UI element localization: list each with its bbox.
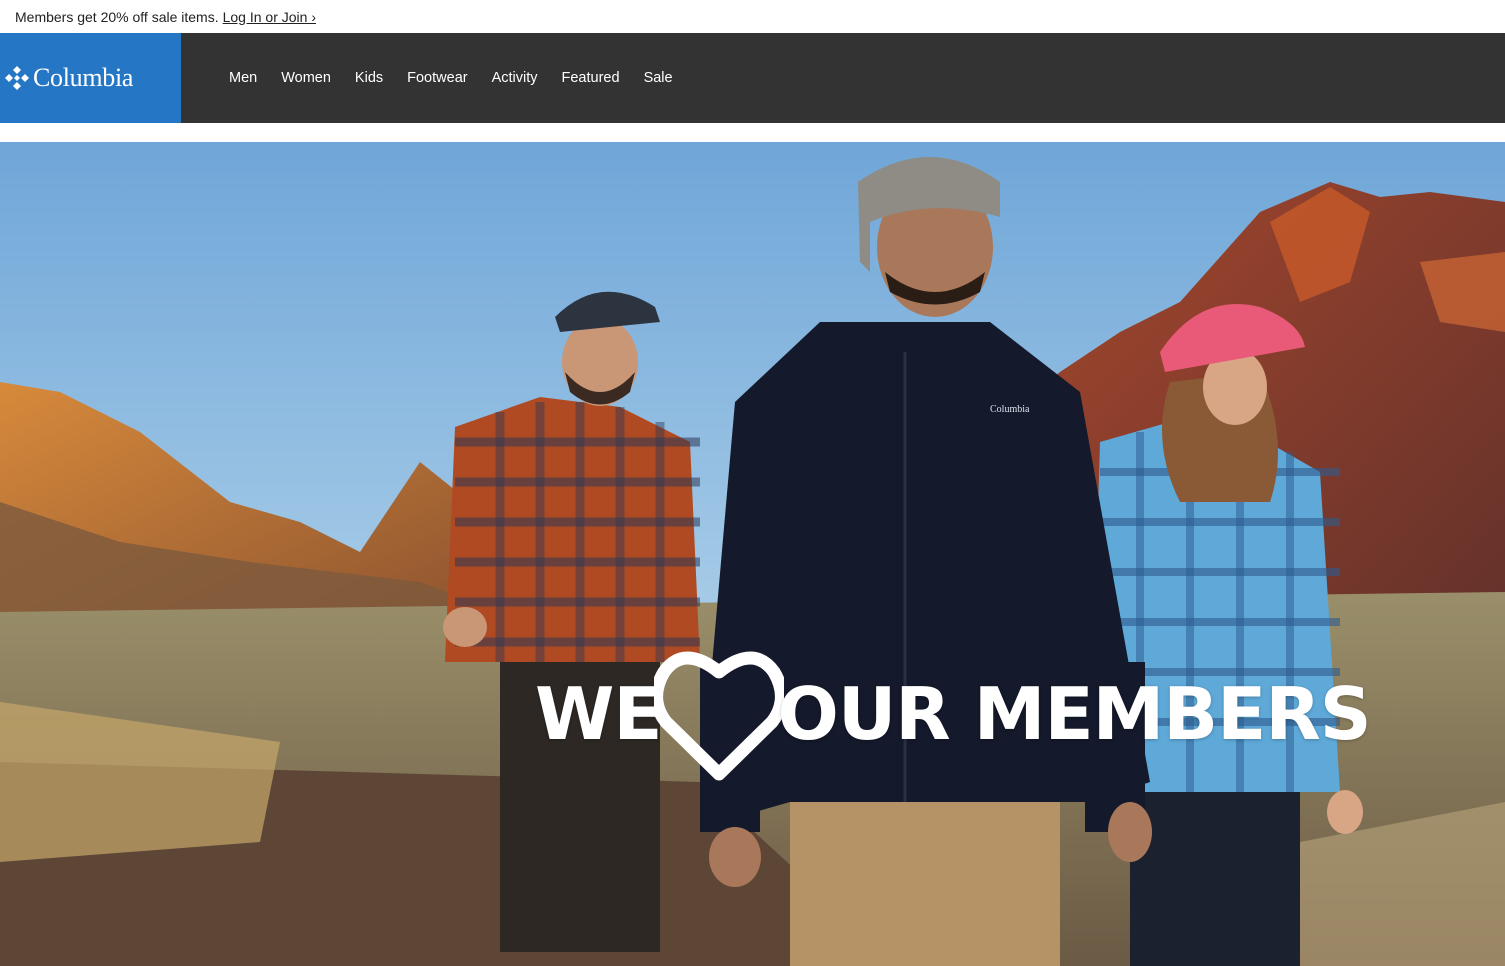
nav-item-sale[interactable]: Sale: [644, 70, 673, 86]
headline-our-members: OUR MEMBERS: [777, 672, 1372, 756]
hero-banner[interactable]: Columbia WE OUR MEMBERS: [0, 142, 1505, 966]
spacer: [0, 123, 1505, 142]
heart-icon: [653, 651, 784, 781]
nav-item-men[interactable]: Men: [229, 70, 257, 86]
brand-name: Columbia: [33, 63, 134, 92]
nav-item-kids[interactable]: Kids: [355, 70, 383, 86]
login-join-link[interactable]: Log In or Join ›: [223, 9, 316, 25]
nav-item-featured[interactable]: Featured: [562, 70, 620, 86]
nav-links: Men Women Kids Footwear Activity Feature…: [181, 33, 697, 123]
nav-item-women[interactable]: Women: [281, 70, 331, 86]
nav-item-activity[interactable]: Activity: [492, 70, 538, 86]
promo-bar: Members get 20% off sale items. Log In o…: [0, 0, 1505, 33]
headline-we: WE: [535, 672, 663, 756]
nav-item-footwear[interactable]: Footwear: [407, 70, 467, 86]
promo-text: Members get 20% off sale items.: [15, 8, 219, 25]
jacket-logo: Columbia: [990, 404, 1030, 415]
hero-photo: [0, 142, 1505, 966]
columbia-diamond-icon: [5, 66, 29, 90]
hero-headline: WE OUR MEMBERS: [535, 644, 1372, 784]
main-nav: Columbia Men Women Kids Footwear Activit…: [0, 33, 1505, 123]
logo[interactable]: Columbia: [0, 33, 181, 123]
